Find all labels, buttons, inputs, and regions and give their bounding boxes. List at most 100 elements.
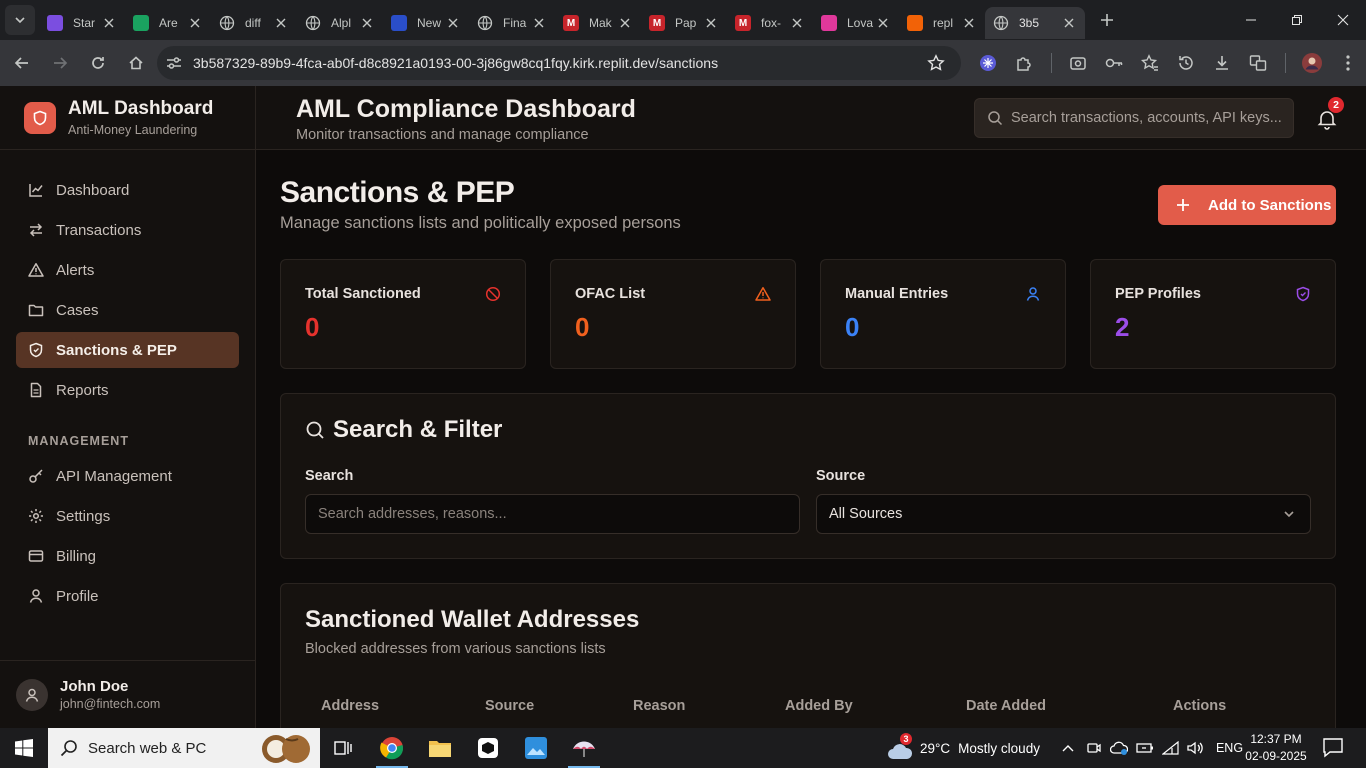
sidebar-item-profile[interactable]: Profile <box>16 578 239 614</box>
arrow-left-icon <box>14 57 28 69</box>
page-subtitle: Manage sanctions lists and politically e… <box>280 214 681 232</box>
downloads-button[interactable] <box>1204 48 1240 78</box>
stat-card-ofac-list: OFAC List 0 <box>550 259 796 369</box>
browser-tab[interactable]: diff <box>211 7 297 39</box>
taskbar-app-blue[interactable] <box>512 728 560 768</box>
battery-icon[interactable] <box>1136 741 1154 755</box>
profile-button[interactable] <box>1294 48 1330 78</box>
tab-close-button[interactable] <box>1061 15 1077 31</box>
sidebar-item-cases[interactable]: Cases <box>16 292 239 328</box>
tab-close-button[interactable] <box>790 15 805 31</box>
sidebar-item-dashboard[interactable]: Dashboard <box>16 172 239 208</box>
extension-button[interactable] <box>970 48 1006 78</box>
sanctioned-addresses-card: Sanctioned Wallet Addresses Blocked addr… <box>280 583 1336 728</box>
brand-subtitle: Anti-Money Laundering <box>68 123 198 137</box>
wifi-icon[interactable] <box>1161 741 1180 755</box>
sanctions-search-input[interactable] <box>305 494 800 534</box>
url-text: 3b587329-89b9-4fca-ab0f-d8c8921a0193-00-… <box>193 55 719 71</box>
toolbar-separator <box>1276 48 1294 78</box>
tab-close-button[interactable] <box>704 15 719 31</box>
reload-button[interactable] <box>82 47 114 79</box>
tab-close-button[interactable] <box>446 15 461 31</box>
taskbar-app-fan[interactable] <box>560 728 608 768</box>
passwords-button[interactable] <box>1096 48 1132 78</box>
close-window-button[interactable] <box>1320 0 1366 40</box>
back-button[interactable] <box>6 47 38 79</box>
favorites-button[interactable] <box>1132 48 1168 78</box>
weather-widget-icon[interactable]: 3 <box>884 733 914 763</box>
browser-tab[interactable]: Are <box>125 7 211 39</box>
taskbar-file-explorer[interactable] <box>416 728 464 768</box>
tab-close-button[interactable] <box>962 15 977 31</box>
tab-close-button[interactable] <box>102 15 117 31</box>
windows-taskbar: Search web & PC 3 29°C Mostly cloudy ENG… <box>0 728 1366 768</box>
search-filter-card: Search & Filter Search Source All Source… <box>280 393 1336 559</box>
browser-tab[interactable]: Mfox- <box>727 7 813 39</box>
restore-icon <box>1292 15 1302 25</box>
tab-close-button[interactable] <box>274 15 289 31</box>
translate-button[interactable] <box>1240 48 1276 78</box>
volume-icon[interactable] <box>1186 740 1204 756</box>
source-select[interactable]: All Sources <box>816 494 1311 534</box>
sidebar-item-settings[interactable]: Settings <box>16 498 239 534</box>
browser-tab[interactable]: New <box>383 7 469 39</box>
sidebar-nav: Dashboard Transactions Alerts Cases Sanction… <box>0 150 255 614</box>
taskbar-chrome[interactable] <box>368 728 416 768</box>
clock[interactable]: 12:37 PM 02-09-2025 <box>1238 731 1314 765</box>
browser-tab[interactable]: Fina <box>469 7 555 39</box>
stat-value: 0 <box>845 312 860 342</box>
extensions-menu-button[interactable] <box>1006 48 1042 78</box>
browser-tab[interactable]: repl <box>899 7 985 39</box>
sidebar-item-billing[interactable]: Billing <box>16 538 239 574</box>
new-tab-button[interactable] <box>1091 4 1123 36</box>
bookmark-star-icon[interactable] <box>927 54 945 72</box>
tab-close-button[interactable] <box>876 15 891 31</box>
forward-button[interactable] <box>44 47 76 79</box>
coconut-icon <box>262 735 310 763</box>
tab-title: Fina <box>503 16 527 30</box>
chevron-up-icon[interactable] <box>1062 743 1074 753</box>
tab-close-button[interactable] <box>360 15 375 31</box>
sidebar-item-alerts[interactable]: Alerts <box>16 252 239 288</box>
site-settings-icon[interactable] <box>165 54 183 72</box>
history-button[interactable] <box>1168 48 1204 78</box>
column-header-source: Source <box>485 698 535 714</box>
start-button[interactable] <box>0 728 48 768</box>
browser-tab[interactable]: 3b5 <box>985 7 1085 39</box>
tab-close-button[interactable] <box>532 15 547 31</box>
task-view-button[interactable] <box>320 728 368 768</box>
globe-icon <box>477 15 493 31</box>
user-profile[interactable]: John Doe john@fintech.com <box>0 660 255 728</box>
taskbar-app-dark[interactable] <box>464 728 512 768</box>
browser-tab[interactable]: M Pap <box>641 7 727 39</box>
browser-menu-button[interactable] <box>1330 48 1366 78</box>
stat-icon <box>1025 286 1041 307</box>
taskbar-search[interactable]: Search web & PC <box>48 728 320 768</box>
browser-tab[interactable]: Star <box>39 7 125 39</box>
tab-close-button[interactable] <box>188 15 203 31</box>
tab-strip: Star Are diff Alpl New Fina M Mak M Pap Mfox- Lova r… <box>39 1 1085 39</box>
browser-tab[interactable]: Alpl <box>297 7 383 39</box>
browser-tab[interactable]: Lova <box>813 7 899 39</box>
user-icon <box>1026 287 1040 301</box>
onedrive-icon[interactable] <box>1109 740 1128 756</box>
stat-card-pep-profiles: PEP Profiles 2 <box>1090 259 1336 369</box>
action-center-icon[interactable] <box>1322 736 1344 758</box>
tab-search-button[interactable] <box>5 5 35 35</box>
restore-button[interactable] <box>1274 0 1320 40</box>
add-to-sanctions-label: Add to Sanctions <box>1208 196 1332 214</box>
sidebar-item-transactions[interactable]: Transactions <box>16 212 239 248</box>
global-search-input[interactable] <box>1011 110 1281 126</box>
minimize-button[interactable] <box>1228 0 1274 40</box>
sidebar-item-api-management[interactable]: API Management <box>16 458 239 494</box>
screen-capture-button[interactable] <box>1060 48 1096 78</box>
table-title: Sanctioned Wallet Addresses <box>305 606 640 633</box>
tab-close-button[interactable] <box>618 15 633 31</box>
sidebar-item-reports[interactable]: Reports <box>16 372 239 408</box>
add-to-sanctions-button[interactable]: Add to Sanctions <box>1158 185 1336 225</box>
home-button[interactable] <box>120 47 152 79</box>
browser-tab[interactable]: M Mak <box>555 7 641 39</box>
meet-now-icon[interactable] <box>1086 740 1102 756</box>
sidebar-item-sanctions-pep[interactable]: Sanctions & PEP <box>16 332 239 368</box>
address-bar[interactable]: 3b587329-89b9-4fca-ab0f-d8c8921a0193-00-… <box>157 46 961 80</box>
